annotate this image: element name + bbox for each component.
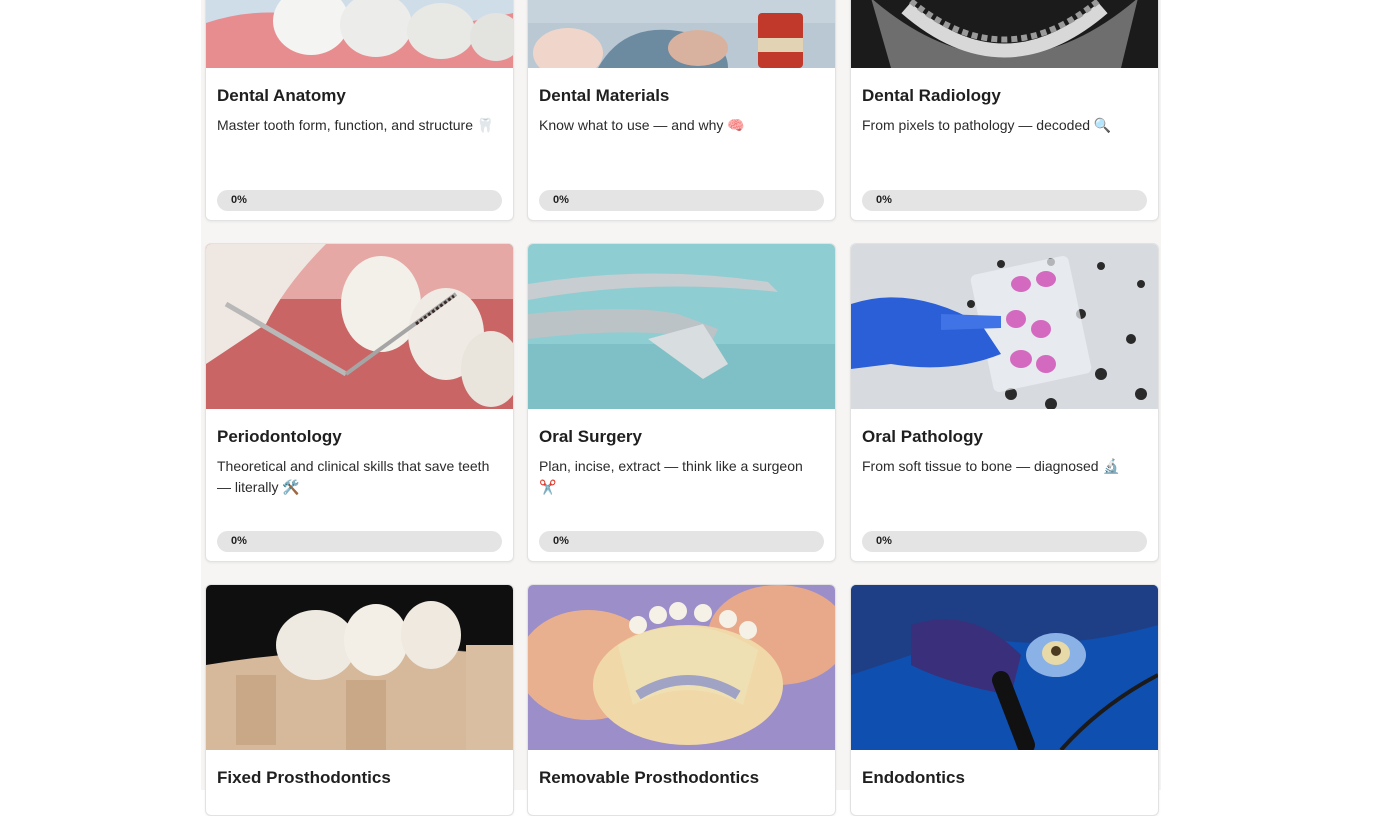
magnifier-icon: 🔍 bbox=[1093, 118, 1112, 134]
course-title: Fixed Prosthodontics bbox=[217, 768, 391, 787]
course-card-oral-pathology[interactable]: Oral Pathology From soft tissue to bone … bbox=[850, 243, 1159, 562]
course-progress-bar: 0% bbox=[539, 531, 824, 552]
course-card-oral-surgery[interactable]: Oral Surgery Plan, incise, extract — thi… bbox=[527, 243, 836, 562]
course-progress-bar: 0% bbox=[217, 190, 502, 211]
course-image-periodontology bbox=[206, 244, 513, 409]
course-description: Theoretical and clinical skills that sav… bbox=[217, 458, 490, 496]
course-progress-bar: 0% bbox=[217, 531, 502, 552]
progress-label: 0% bbox=[876, 194, 892, 206]
course-title: Dental Radiology bbox=[862, 86, 1001, 105]
course-image-oral-pathology bbox=[851, 244, 1158, 409]
course-card-removable-prosthodontics[interactable]: Removable Prosthodontics bbox=[527, 584, 836, 816]
course-title: Dental Anatomy bbox=[217, 86, 346, 105]
course-image-dental-anatomy bbox=[206, 0, 513, 68]
course-description: From soft tissue to bone — diagnosed 🔬 bbox=[862, 458, 1120, 475]
course-progress-bar: 0% bbox=[539, 190, 824, 211]
course-image-removable-prosthodontics bbox=[528, 585, 835, 750]
course-image-endodontics bbox=[851, 585, 1158, 750]
course-progress-bar: 0% bbox=[862, 190, 1147, 211]
microscope-icon: 🔬 bbox=[1102, 459, 1120, 475]
course-grid: Dental Anatomy Master tooth form, functi… bbox=[201, 0, 1161, 816]
course-card-dental-anatomy[interactable]: Dental Anatomy Master tooth form, functi… bbox=[205, 0, 514, 221]
course-description: Plan, incise, extract — think like a sur… bbox=[539, 458, 803, 496]
course-progress-bar: 0% bbox=[862, 531, 1147, 552]
course-title: Removable Prosthodontics bbox=[539, 768, 760, 787]
course-card-dental-radiology[interactable]: Dental Radiology From pixels to patholog… bbox=[850, 0, 1159, 221]
course-title: Dental Materials bbox=[539, 86, 670, 105]
progress-label: 0% bbox=[231, 535, 247, 547]
scissors-icon: ✂️ bbox=[539, 480, 557, 496]
course-title: Endodontics bbox=[862, 768, 965, 787]
course-image-oral-surgery bbox=[528, 244, 835, 409]
course-description: Master tooth form, function, and structu… bbox=[217, 117, 495, 134]
progress-label: 0% bbox=[876, 535, 892, 547]
course-card-periodontology[interactable]: Periodontology Theoretical and clinical … bbox=[205, 243, 514, 562]
progress-label: 0% bbox=[231, 194, 247, 206]
course-card-endodontics[interactable]: Endodontics bbox=[850, 584, 1159, 816]
progress-label: 0% bbox=[553, 535, 569, 547]
course-card-dental-materials[interactable]: Dental Materials Know what to use — and … bbox=[527, 0, 836, 221]
course-title: Oral Pathology bbox=[862, 427, 983, 446]
course-image-dental-materials bbox=[528, 0, 835, 68]
course-card-fixed-prosthodontics[interactable]: Fixed Prosthodontics bbox=[205, 584, 514, 816]
course-description: Know what to use — and why 🧠 bbox=[539, 117, 745, 134]
brain-icon: 🧠 bbox=[727, 118, 745, 134]
tools-icon: 🛠️ bbox=[282, 480, 300, 496]
course-image-fixed-prosthodontics bbox=[206, 585, 513, 750]
course-title: Oral Surgery bbox=[539, 427, 642, 446]
course-description: From pixels to pathology — decoded 🔍 bbox=[862, 117, 1112, 134]
course-image-dental-radiology bbox=[851, 0, 1158, 68]
course-title: Periodontology bbox=[217, 427, 342, 446]
tooth-icon: 🦷 bbox=[476, 118, 495, 134]
progress-label: 0% bbox=[553, 194, 569, 206]
